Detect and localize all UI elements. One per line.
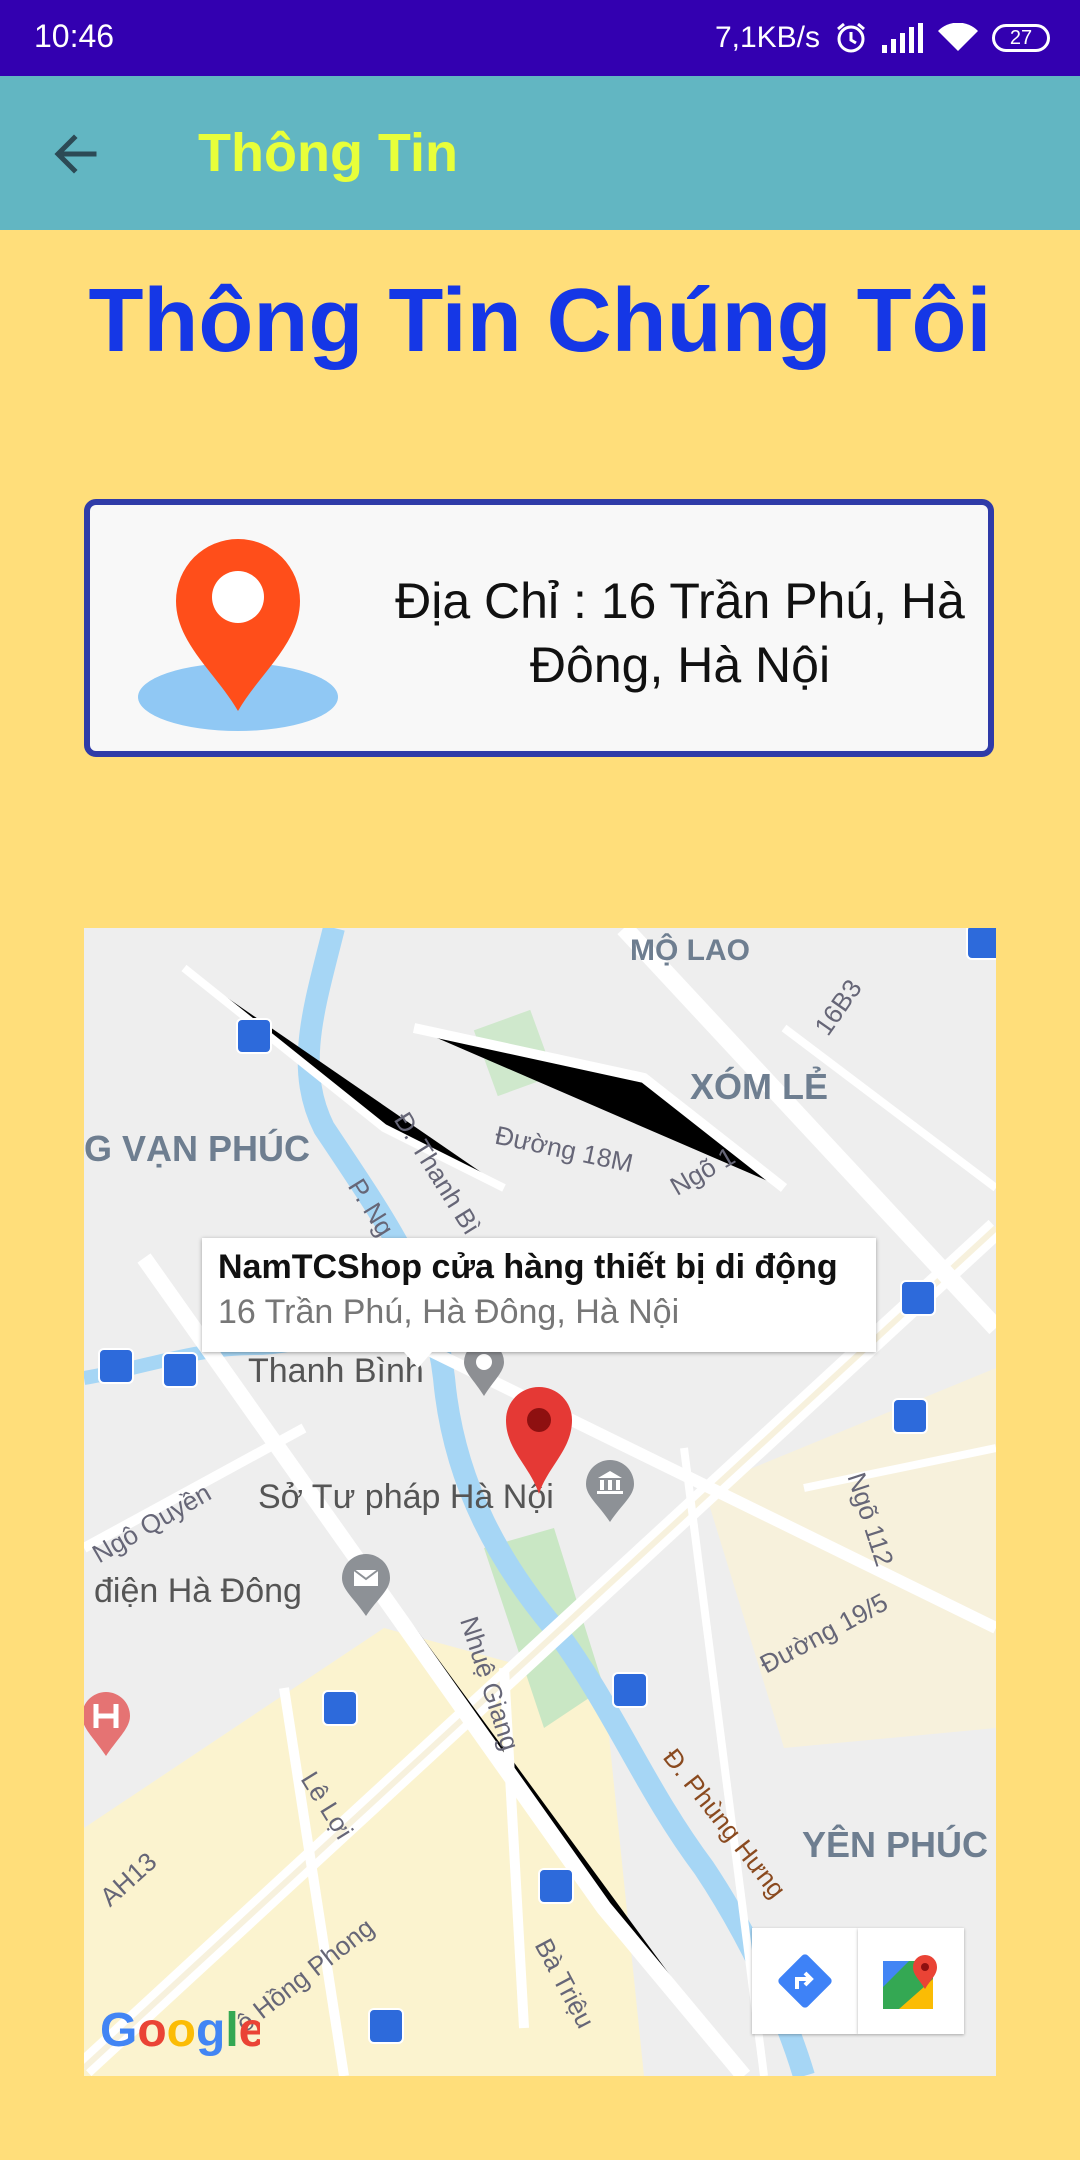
map-label-thanh-binh: Thanh Bình [248,1352,424,1390]
bus-stop-icon[interactable] [162,1352,198,1388]
map-label-yen-phuc: YÊN PHÚC [802,1824,989,1865]
map-label-van-phuc: G VẠN PHÚC [84,1128,311,1169]
map-label-buu-dien: điện Hà Đông [94,1572,302,1610]
bus-stop-icon[interactable] [966,928,996,960]
google-maps-icon [883,1955,937,2009]
svg-text:Google: Google [100,2004,260,2057]
post-office-pin-icon[interactable] [338,1554,394,1623]
status-icons: 7,1KB/s 27 [715,14,1050,62]
status-time: 10:46 [34,18,115,54]
map-info-window[interactable]: NamTCShop cửa hàng thiết bị di động 16 T… [202,1238,876,1352]
app-bar-title: Thông Tin [198,123,458,183]
open-google-maps-button[interactable] [858,1928,964,2034]
network-speed: 7,1KB/s [714,21,820,54]
bus-stop-icon[interactable] [892,1398,928,1434]
directions-button[interactable] [752,1928,858,2034]
google-logo: Google [100,2002,265,2070]
info-window-title: NamTCShop cửa hàng thiết bị di động [218,1248,838,1286]
status-bar: 10:46 7,1KB/s 27 [0,0,1080,76]
bus-stop-icon[interactable] [900,1280,936,1316]
location-marker-icon[interactable] [504,1386,574,1501]
alarm-icon [834,21,868,55]
map-view[interactable]: MỘ LAO XÓM LẺ G VẠN PHÚC YÊN PHÚC Đường … [84,928,996,2076]
app-bar: Thông Tin [0,76,1080,230]
directions-icon [778,1954,832,2008]
location-pin-icon [136,533,340,738]
bus-stop-icon[interactable] [98,1348,134,1384]
signal-icon [882,23,924,53]
bus-stop-icon[interactable] [612,1672,648,1708]
battery-icon: 27 [992,24,1050,52]
bus-stop-icon[interactable] [538,1868,574,1904]
address-card: Địa Chỉ : 16 Trần Phú, Hà Đông, Hà Nội [84,499,994,757]
map-label-mo-lao: MỘ LAO [630,934,750,967]
info-window-address: 16 Trần Phú, Hà Đông, Hà Nội [218,1293,680,1331]
bus-stop-icon[interactable] [236,1018,272,1054]
bus-stop-icon[interactable] [368,2008,404,2044]
wifi-icon [938,23,978,53]
back-button[interactable] [44,122,108,186]
address-text: Địa Chỉ : 16 Trần Phú, Hà Đông, Hà Nội [395,573,965,693]
bus-stop-icon[interactable] [322,1690,358,1726]
map-label-xom-le: XÓM LẺ [690,1066,829,1107]
back-arrow-icon [54,134,97,174]
hospital-pin-icon[interactable] [84,1688,134,1763]
info-window-tail [404,1352,432,1368]
museum-pin-icon[interactable] [582,1460,638,1529]
page-heading: Thông Tin Chúng Tôi [88,271,992,371]
